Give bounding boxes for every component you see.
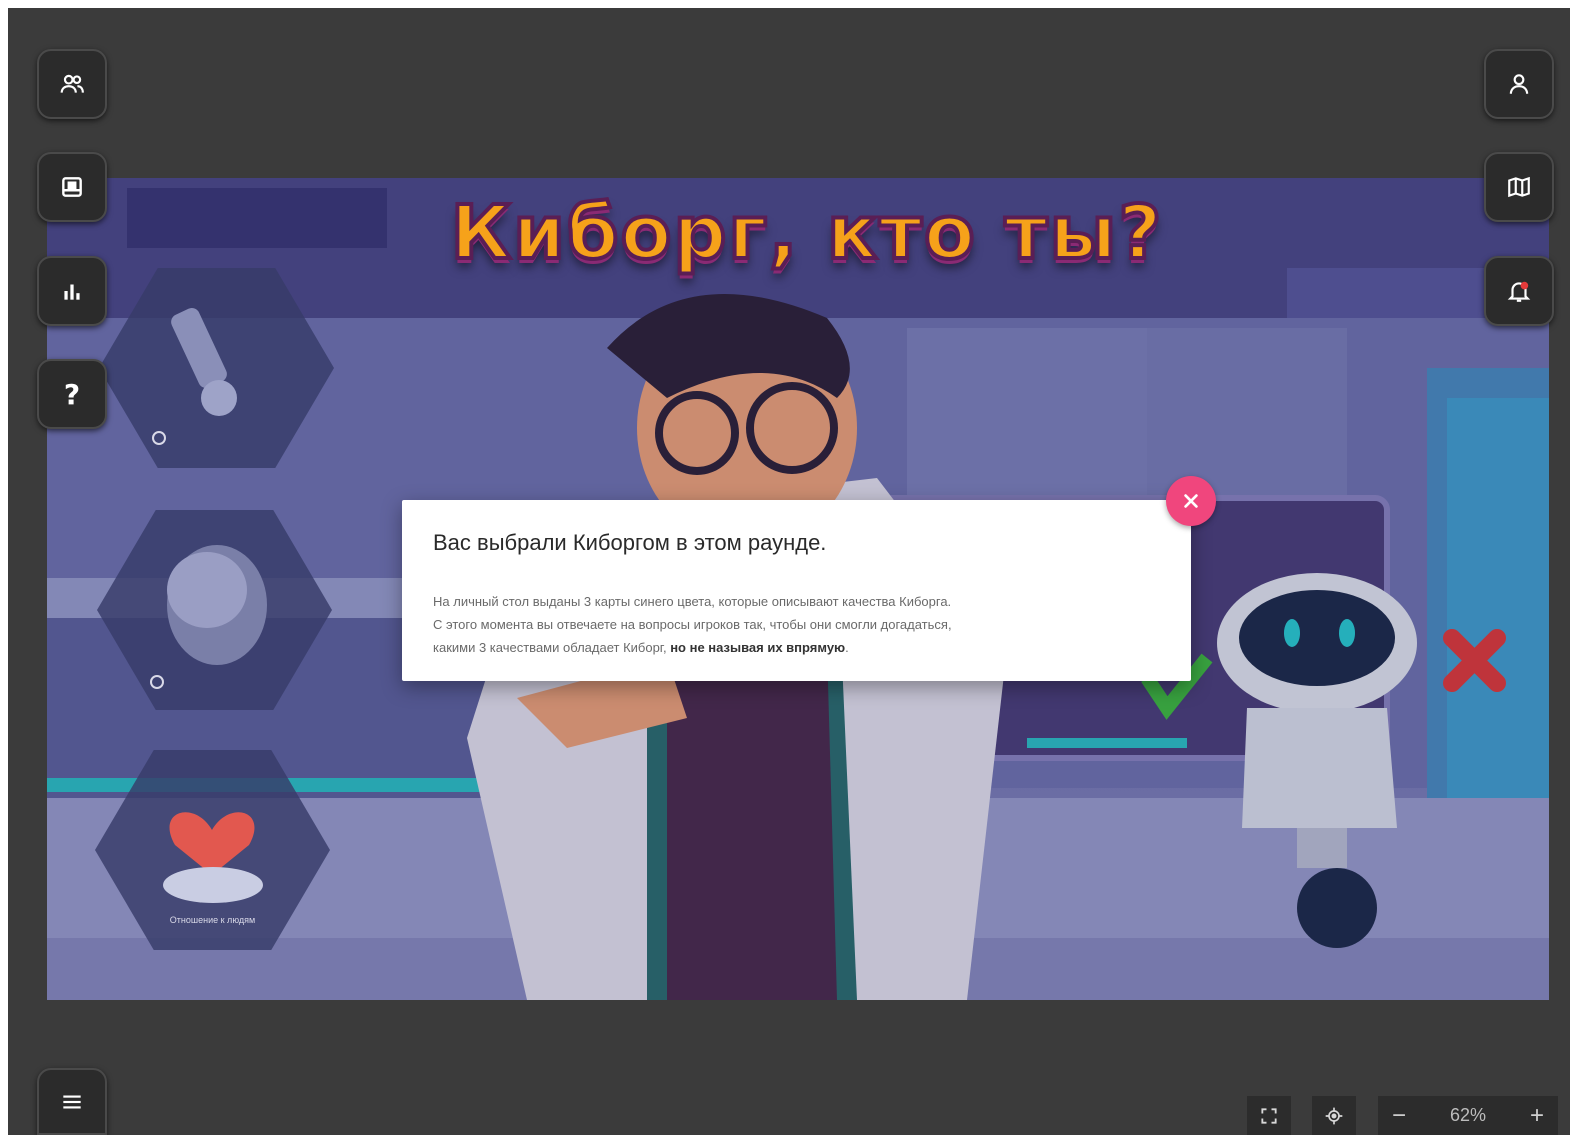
players-button[interactable] bbox=[37, 49, 107, 119]
help-icon: ? bbox=[63, 377, 81, 411]
map-icon bbox=[1508, 176, 1530, 198]
hamburger-menu-icon bbox=[63, 1095, 81, 1108]
dialog-text-bold: но не называя их впрямую bbox=[670, 640, 846, 655]
dialog-text-end: . bbox=[845, 640, 849, 655]
dialog-text-line: С этого момента вы отвечаете на вопросы … bbox=[433, 617, 952, 632]
zoom-control: − 62% + bbox=[1378, 1096, 1558, 1135]
dialog-body: На личный стол выданы 3 карты синего цве… bbox=[433, 590, 1161, 659]
stats-icon bbox=[64, 284, 80, 300]
help-button[interactable]: ? bbox=[37, 359, 107, 429]
zoom-out-button[interactable]: − bbox=[1378, 1096, 1420, 1135]
notifications-button[interactable] bbox=[1484, 256, 1554, 326]
fullscreen-button[interactable] bbox=[1247, 1096, 1291, 1135]
zoom-level: 62% bbox=[1449, 1105, 1487, 1125]
crosshair-icon bbox=[1325, 1107, 1343, 1124]
card-deck-icon bbox=[62, 177, 82, 197]
zoom-in-button[interactable]: + bbox=[1516, 1096, 1558, 1135]
center-view-button[interactable] bbox=[1312, 1096, 1356, 1135]
card-deck-button[interactable] bbox=[37, 152, 107, 222]
players-icon bbox=[60, 74, 84, 93]
dialog-text-line: какими 3 качествами обладает Киборг, но … bbox=[433, 636, 1161, 659]
game-title: Киборг, кто ты? bbox=[449, 190, 1164, 276]
profile-button[interactable] bbox=[1484, 49, 1554, 119]
close-icon bbox=[1184, 494, 1198, 508]
dialog-title: Вас выбрали Киборгом в этом раунде. bbox=[433, 530, 827, 555]
main-menu-button[interactable] bbox=[37, 1068, 107, 1135]
notifications-icon bbox=[1507, 281, 1531, 302]
fullscreen-icon bbox=[1261, 1107, 1277, 1124]
profile-icon bbox=[1509, 74, 1529, 94]
screen-left-edge bbox=[0, 0, 8, 1135]
close-dialog-button[interactable] bbox=[1166, 476, 1216, 526]
dialog-text-plain: какими 3 качествами обладает Киборг, bbox=[433, 640, 671, 655]
stats-button[interactable] bbox=[37, 256, 107, 326]
map-button[interactable] bbox=[1484, 152, 1554, 222]
cyborg-role-dialog: Вас выбрали Киборгом в этом раунде. На л… bbox=[402, 500, 1191, 681]
screen-top-edge bbox=[0, 0, 1570, 8]
dialog-text-line: На личный стол выданы 3 карты синего цве… bbox=[433, 594, 952, 609]
